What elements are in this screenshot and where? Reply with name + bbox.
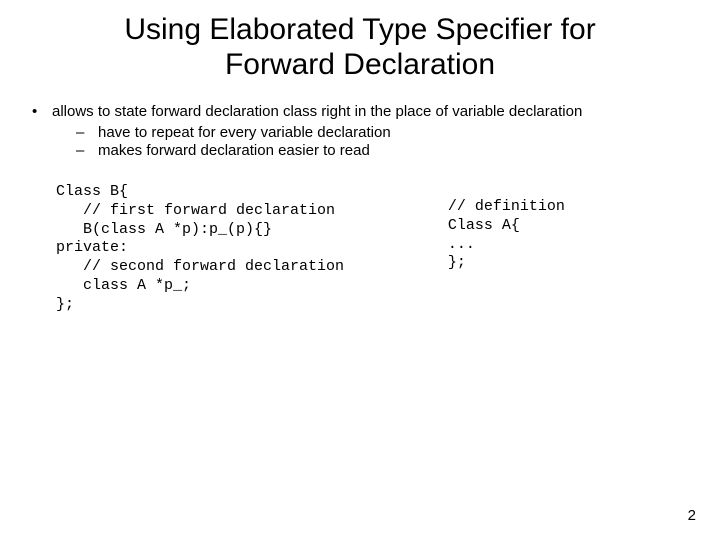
slide-body: • allows to state forward declaration cl…: [32, 103, 688, 315]
bullet-mark: •: [32, 103, 52, 161]
sub-bullet-mark: –: [76, 142, 98, 161]
bullet-item: • allows to state forward declaration cl…: [32, 103, 688, 161]
sub-bullet-item: – have to repeat for every variable decl…: [52, 124, 688, 143]
sub-bullet-mark: –: [76, 124, 98, 143]
slide: Using Elaborated Type Specifier for Forw…: [0, 0, 720, 540]
code-block-right: // definition Class A{ ... };: [448, 183, 688, 314]
bullet-text: allows to state forward declaration clas…: [52, 103, 688, 161]
code-block-left: Class B{ // first forward declaration B(…: [56, 183, 448, 314]
title-line-1: Using Elaborated Type Specifier for: [124, 13, 595, 46]
slide-title: Using Elaborated Type Specifier for Forw…: [32, 12, 688, 83]
code-columns: Class B{ // first forward declaration B(…: [32, 183, 688, 314]
sub-bullet-text: have to repeat for every variable declar…: [98, 124, 391, 143]
sub-bullet-text: makes forward declaration easier to read: [98, 142, 370, 161]
title-line-2: Forward Declaration: [225, 48, 495, 81]
sub-bullet-item: – makes forward declaration easier to re…: [52, 142, 688, 161]
bullet-main-text: allows to state forward declaration clas…: [52, 103, 582, 120]
page-number: 2: [688, 507, 696, 524]
sub-bullet-list: – have to repeat for every variable decl…: [52, 124, 688, 162]
